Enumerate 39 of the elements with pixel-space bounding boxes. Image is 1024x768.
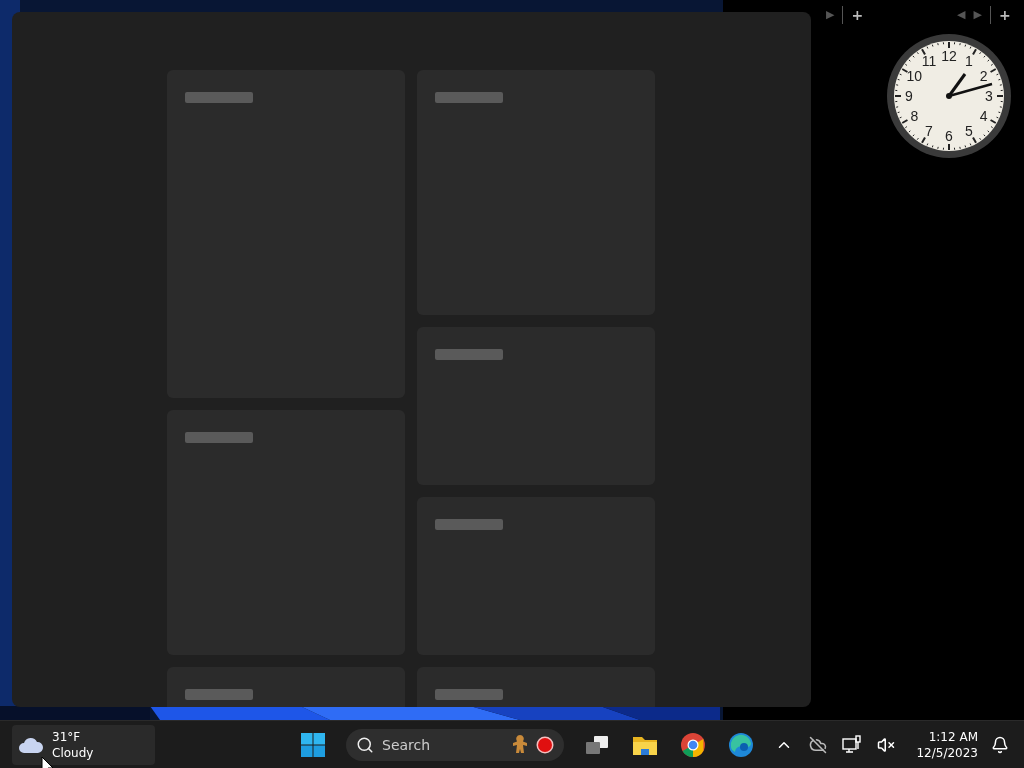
bell-icon[interactable] [991, 735, 1009, 754]
search-icon [356, 735, 374, 754]
cloud-off-icon[interactable] [809, 735, 828, 754]
weather-condition-text: Cloudy [52, 744, 94, 761]
cloud-icon [18, 735, 44, 754]
record-icon [536, 735, 554, 754]
network-icon[interactable] [842, 734, 863, 755]
browser-logo-icon[interactable] [680, 731, 706, 758]
windows-logo-icon [301, 732, 325, 757]
clock-numeral: 2 [979, 68, 988, 84]
placeholder-bar [434, 349, 503, 360]
temperature-text: 31°F [52, 728, 82, 745]
clock-numeral: 10 [906, 68, 923, 84]
volume-mute-icon[interactable] [877, 735, 896, 754]
placeholder-bar [434, 689, 503, 700]
clock-numeral: 8 [910, 108, 919, 124]
task-view-icon[interactable] [585, 734, 609, 755]
clock-numeral: 6 [945, 128, 953, 144]
add-gadget-button[interactable]: + [989, 6, 1011, 24]
clock-numeral: 1 [965, 53, 973, 70]
search-field[interactable]: Search [346, 728, 564, 761]
gingerbread-icon [512, 734, 528, 755]
placeholder-bar [434, 519, 503, 530]
browser-logo-icon[interactable] [728, 731, 754, 758]
clock-numeral: 4 [979, 108, 988, 124]
weather-widget[interactable]: 31°F Cloudy [12, 724, 155, 765]
clock-numeral: 11 [921, 53, 937, 70]
taskbar-clock[interactable]: 1:12 AM 12/5/2023 [916, 728, 978, 761]
add-gadget-button[interactable]: + [842, 6, 864, 24]
placeholder-bar [184, 689, 253, 700]
clock-numeral: 7 [925, 122, 933, 139]
placeholder-bar [184, 92, 253, 103]
placeholder-bar [184, 432, 253, 443]
placeholder-bar [434, 92, 503, 103]
clock-numeral: 9 [905, 88, 913, 104]
clock-numeral: 5 [965, 122, 973, 139]
clock-numeral: 3 [985, 88, 993, 104]
clock-numeral: 12 [941, 48, 957, 64]
clock-hands [946, 73, 993, 99]
